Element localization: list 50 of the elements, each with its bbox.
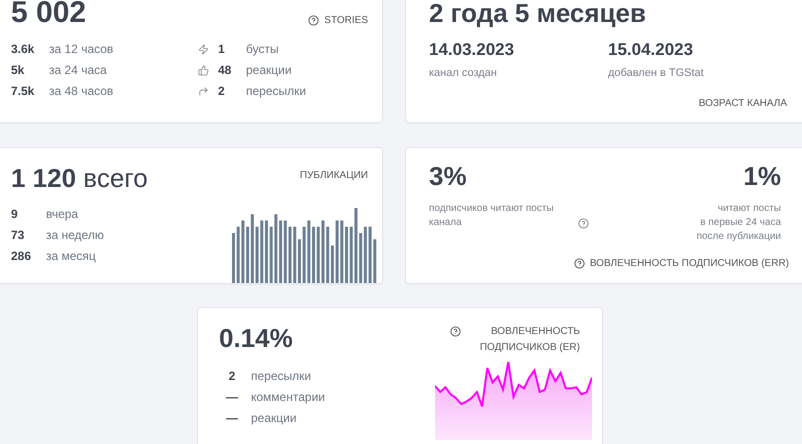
card-title: STORIES — [324, 14, 368, 28]
card-title: ПУБЛИКАЦИИ — [300, 169, 368, 183]
stat-value: — — [225, 389, 239, 405]
card-title: ВОЗРАСТ КАНАЛА — [698, 96, 787, 110]
stat-label: за 24 часа — [49, 62, 107, 78]
stat-label: вчера — [46, 206, 78, 222]
stat-label: бусты — [246, 41, 279, 57]
stat-label: пересылки — [246, 83, 306, 99]
stat-label: за 48 часов — [49, 83, 114, 99]
stat-value: 286 — [11, 248, 32, 264]
stat-value: 9 — [11, 206, 19, 222]
help-icon[interactable] — [578, 218, 589, 229]
forward-arrow-icon — [198, 86, 209, 96]
stat-value: 2 — [218, 83, 226, 99]
stat-label: реакции — [246, 62, 292, 78]
err-caption-line: в первые 24 часа — [700, 216, 781, 230]
date-label: добавлен в TGStat — [608, 66, 705, 81]
err-value: 3% — [429, 160, 468, 192]
err-caption: подписчиков читают посты канала — [429, 202, 555, 230]
stat-label: пересылки — [251, 368, 312, 384]
stat-value: 2 — [228, 368, 236, 384]
stat-label: за 12 часов — [49, 41, 114, 57]
err-caption-line: читают посты — [718, 202, 781, 216]
help-icon[interactable] — [574, 258, 585, 269]
date-label: канал создан — [429, 66, 498, 81]
err-caption-line: после публикации — [696, 230, 781, 244]
posts-total: 1 120 всего — [11, 162, 148, 194]
er-value: 0.14% — [219, 322, 294, 354]
stat-value: 7.5k — [11, 83, 36, 99]
stat-label: за месяц — [46, 248, 96, 264]
stat-label: реакции — [251, 410, 297, 426]
stat-value: 3.6k — [11, 41, 36, 57]
channel-age: 2 года 5 месяцев — [429, 0, 647, 29]
err-day-value: 1% — [743, 160, 781, 192]
date-value: 15.04.2023 — [608, 39, 694, 61]
stat-label: комментарии — [251, 389, 325, 405]
help-icon[interactable] — [308, 15, 320, 26]
thumbs-up-icon — [198, 64, 209, 76]
stat-value: 73 — [11, 227, 26, 243]
stat-value: 48 — [218, 62, 232, 78]
stat-value: 5k — [11, 62, 26, 78]
stat-label: за неделю — [46, 227, 104, 243]
card-title: ВОВЛЕЧЕННОСТЬ ПОДПИСЧИКОВ (ER) — [478, 325, 580, 355]
help-icon[interactable] — [450, 326, 461, 337]
stat-value: 1 — [218, 41, 226, 57]
lightning-icon — [198, 44, 209, 54]
stories-count: 5 002 — [11, 0, 86, 31]
date-value: 14.03.2023 — [429, 39, 516, 61]
stat-value: — — [225, 410, 239, 426]
card-title: ВОВЛЕЧЕННОСТЬ ПОДПИСЧИКОВ (ERR) — [590, 257, 789, 271]
